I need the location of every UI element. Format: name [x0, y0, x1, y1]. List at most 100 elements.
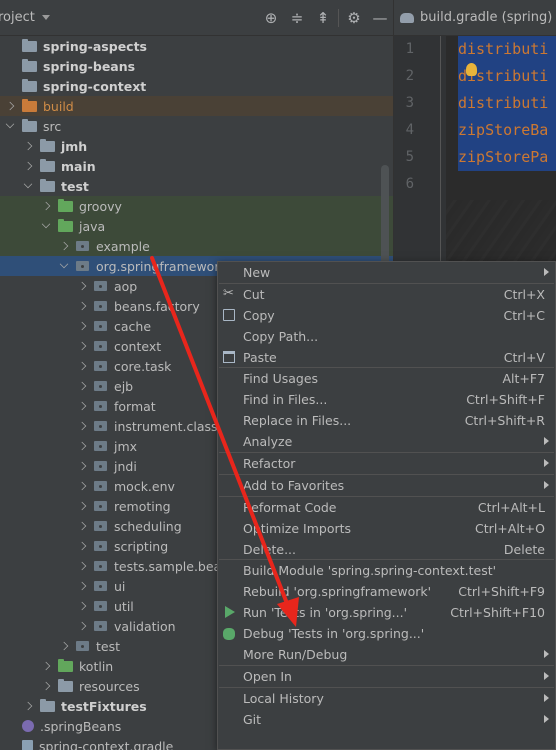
code-line[interactable]: zipStorePa [458, 144, 556, 171]
chevron-right-icon[interactable] [77, 381, 87, 391]
chevron-right-icon[interactable] [77, 341, 87, 351]
chevron-right-icon[interactable] [77, 401, 87, 411]
tree-item-label: jndi [114, 458, 137, 474]
chevron-right-icon[interactable] [77, 501, 87, 511]
tree-item[interactable]: test [0, 176, 393, 196]
chevron-right-icon[interactable] [77, 541, 87, 551]
collapse-all-icon[interactable]: ⇞ [310, 9, 336, 27]
menu-item[interactable]: ✂ Cut Ctrl+X [218, 284, 555, 305]
menu-item-shortcut: Ctrl+C [503, 307, 545, 323]
chevron-right-icon[interactable] [23, 701, 33, 711]
tree-item[interactable]: src [0, 116, 393, 136]
module-folder-icon [22, 58, 37, 72]
chevron-right-icon[interactable] [77, 461, 87, 471]
tree-item-label: ejb [114, 378, 134, 394]
tree-item[interactable]: main [0, 156, 393, 176]
tree-item-label: spring-context [43, 78, 147, 94]
menu-item[interactable]: Reformat Code Ctrl+Alt+L [218, 497, 555, 518]
menu-item[interactable]: Copy Ctrl+C [218, 305, 555, 326]
menu-item[interactable]: Rebuild 'org.springframework' Ctrl+Shift+… [218, 581, 555, 602]
package-icon [94, 361, 107, 371]
chevron-right-icon[interactable] [77, 301, 87, 311]
menu-item[interactable]: Find in Files... Ctrl+Shift+F [218, 389, 555, 410]
chevron-right-icon[interactable] [77, 321, 87, 331]
tree-item-label: org.springframework [96, 258, 227, 274]
menu-item[interactable]: Build Module 'spring.spring-context.test… [218, 560, 555, 581]
menu-item[interactable]: Find Usages Alt+F7 [218, 368, 555, 389]
menu-item[interactable]: Debug 'Tests in 'org.spring...' [218, 623, 555, 644]
menu-item[interactable]: Optimize Imports Ctrl+Alt+O [218, 518, 555, 539]
code-line[interactable]: distributi [458, 90, 556, 117]
menu-item[interactable]: Copy Path... [218, 326, 555, 347]
tree-item[interactable]: java [0, 216, 393, 236]
menu-item[interactable]: Analyze [218, 431, 555, 452]
tree-item-label: cache [114, 318, 152, 334]
chevron-right-icon[interactable] [77, 281, 87, 291]
menu-item[interactable]: Git [218, 709, 555, 730]
menu-item[interactable]: Open In [218, 666, 555, 687]
lightbulb-icon[interactable] [466, 63, 477, 76]
tree-item[interactable]: jmh [0, 136, 393, 156]
menu-item[interactable]: New [218, 262, 555, 283]
submenu-arrow-icon [544, 671, 549, 680]
gradle-icon [400, 12, 414, 23]
menu-item[interactable]: More Run/Debug [218, 644, 555, 665]
minimize-icon[interactable]: — [367, 9, 393, 27]
chevron-right-icon[interactable] [59, 641, 69, 651]
chevron-down-icon[interactable] [23, 179, 33, 189]
tree-item-label: scripting [114, 538, 169, 554]
menu-item[interactable]: Delete... Delete [218, 539, 555, 560]
editor-tab[interactable]: build.gradle (spring) [394, 0, 556, 36]
chevron-right-icon[interactable] [41, 201, 51, 211]
project-panel-title[interactable]: roject [0, 10, 35, 25]
tree-item-label: core.task [114, 358, 172, 374]
menu-item-label: Build Module 'spring.spring-context.test… [243, 563, 497, 579]
tree-item-label: test [61, 178, 89, 194]
chevron-right-icon[interactable] [23, 161, 33, 171]
chevron-down-icon[interactable] [59, 259, 69, 269]
clipboard-icon [223, 351, 235, 363]
chevron-right-icon[interactable] [77, 441, 87, 451]
chevron-down-icon[interactable] [41, 15, 50, 20]
package-icon [94, 621, 107, 631]
menu-item[interactable]: Local History [218, 688, 555, 709]
tree-item[interactable]: spring-beans [0, 56, 393, 76]
crosshair-icon[interactable]: ⊕ [258, 9, 284, 27]
debug-icon [223, 627, 235, 640]
tree-item[interactable]: spring-context [0, 76, 393, 96]
chevron-right-icon[interactable] [77, 621, 87, 631]
chevron-down-icon[interactable] [5, 119, 15, 129]
line-number: 3 [405, 95, 414, 111]
code-line[interactable] [458, 171, 556, 198]
chevron-right-icon[interactable] [41, 681, 51, 691]
tree-item-label: beans.factory [114, 298, 200, 314]
chevron-right-icon[interactable] [77, 361, 87, 371]
menu-item[interactable]: Refactor [218, 453, 555, 474]
chevron-right-icon[interactable] [77, 421, 87, 431]
tree-scrollbar[interactable] [381, 165, 389, 270]
tree-item[interactable]: groovy [0, 196, 393, 216]
chevron-right-icon[interactable] [77, 601, 87, 611]
chevron-right-icon[interactable] [41, 661, 51, 671]
chevron-right-icon[interactable] [77, 561, 87, 571]
tree-item[interactable]: example [0, 236, 393, 256]
menu-item[interactable]: Add to Favorites [218, 475, 555, 496]
gear-icon[interactable]: ⚙ [341, 9, 367, 27]
expand-all-icon[interactable]: ≑ [284, 9, 310, 27]
code-line[interactable]: zipStoreBa [458, 117, 556, 144]
menu-item[interactable]: Run 'Tests in 'org.spring...' Ctrl+Shift+… [218, 602, 555, 623]
menu-item[interactable]: Replace in Files... Ctrl+Shift+R [218, 410, 555, 431]
code-area[interactable]: distributi distributi distributi zipStoreBa… [458, 36, 556, 198]
tree-item-label: main [61, 158, 96, 174]
menu-item[interactable]: Paste Ctrl+V [218, 347, 555, 368]
chevron-right-icon[interactable] [5, 101, 15, 111]
chevron-right-icon[interactable] [59, 241, 69, 251]
chevron-right-icon[interactable] [77, 521, 87, 531]
chevron-right-icon[interactable] [77, 481, 87, 491]
tree-item[interactable]: build [0, 96, 393, 116]
code-line[interactable]: distributi [458, 36, 556, 63]
tree-item[interactable]: spring-aspects [0, 36, 393, 56]
chevron-right-icon[interactable] [77, 581, 87, 591]
chevron-down-icon[interactable] [41, 219, 51, 229]
chevron-right-icon[interactable] [23, 141, 33, 151]
